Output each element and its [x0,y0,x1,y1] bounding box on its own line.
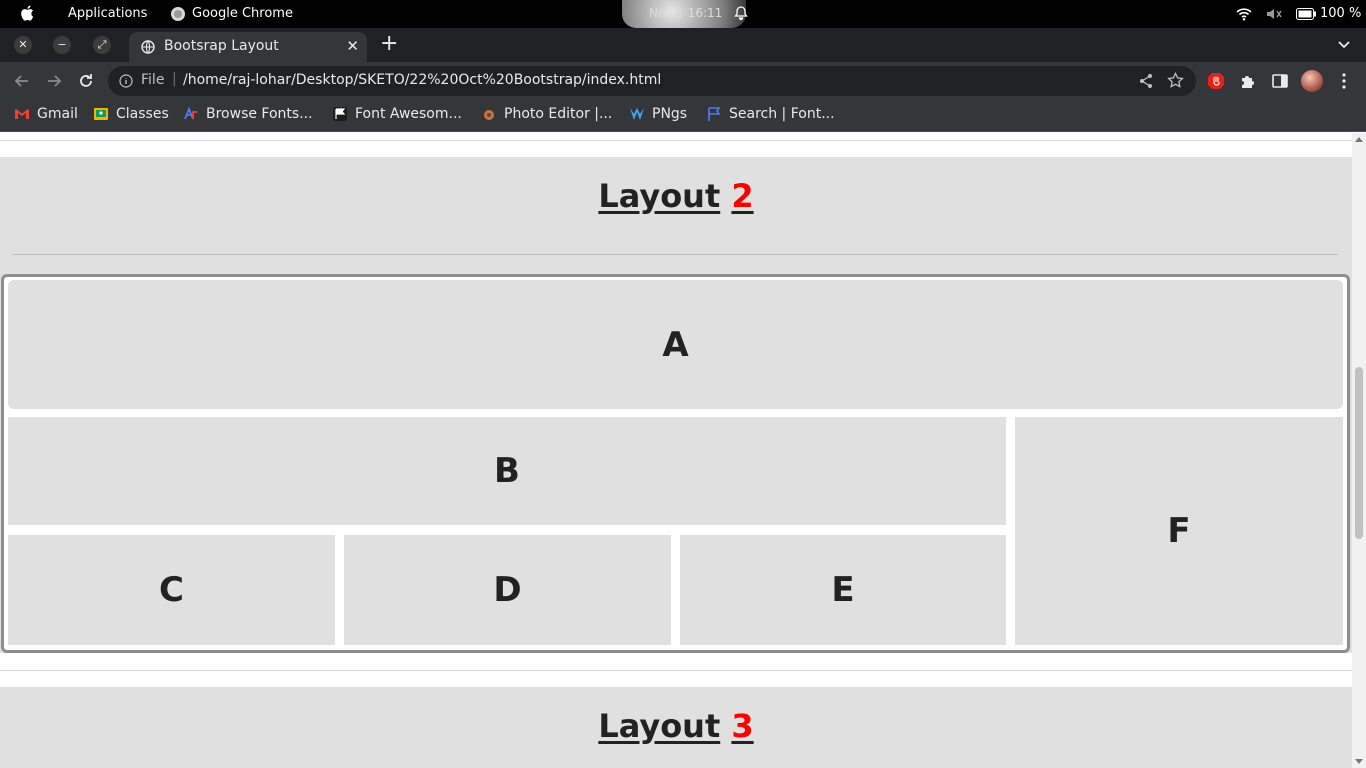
adblock-extension-icon[interactable] [1207,72,1225,90]
share-icon[interactable] [1138,73,1154,89]
divider [0,670,1352,671]
bookmark-label: PNgs [652,106,688,122]
layout-3-section: Layout 3 [0,687,1352,768]
tab-title: Bootsrap Layout [164,38,279,54]
fonts-icon [184,106,197,120]
photo-editor-icon [484,110,494,120]
bookmarks-bar: Gmail Classes Browse Fonts... Font Aweso… [0,100,1366,132]
heading-text: Layout [598,707,721,745]
scroll-up-arrow-icon[interactable] [1355,137,1363,142]
scheme-separator: | [172,71,177,87]
reload-icon[interactable] [77,72,95,90]
chevron-down-icon[interactable] [1336,36,1352,52]
active-app-label[interactable]: Google Chrome [192,6,293,21]
window-close-icon[interactable]: ✕ [14,36,32,54]
tab-strip: ✕ − ⤢ Bootsrap Layout ✕ + [0,28,1366,62]
battery-percentage: 100 % [1320,6,1362,21]
info-icon[interactable] [119,74,133,88]
bookmark-search-font[interactable]: Search | Font... [706,106,835,122]
bell-icon[interactable] [733,5,749,21]
page-viewport: Layout 2 A B C D E F Layout 3 [0,133,1352,768]
heading-number: 2 [731,177,754,215]
bookmark-label: Gmail [37,106,78,122]
applications-menu[interactable]: Applications [68,6,147,21]
bookmark-label: Classes [116,106,169,122]
bookmark-browse-fonts[interactable]: Browse Fonts... [183,106,313,122]
profile-avatar[interactable] [1301,70,1323,92]
grid-cell-e: E [680,535,1006,645]
bookmark-label: Font Awesom... [355,106,462,122]
volume-icon[interactable] [1266,7,1282,21]
flag-icon [333,107,347,121]
url-text[interactable]: /home/raj-lohar/Desktop/SKETO/22%20Oct%2… [183,72,661,88]
address-bar[interactable]: File | /home/raj-lohar/Desktop/SKETO/22%… [108,66,1196,96]
apple-icon[interactable] [19,4,37,22]
forward-arrow-icon[interactable] [45,72,63,90]
kebab-menu-icon[interactable] [1336,72,1352,90]
battery-icon[interactable] [1296,8,1316,20]
tab-close-icon[interactable]: ✕ [346,37,359,55]
bookmark-label: Browse Fonts... [206,106,313,122]
scroll-down-arrow-icon[interactable] [1355,759,1363,764]
window-minimize-icon[interactable]: − [53,36,71,54]
bookmark-label: Photo Editor |... [504,106,613,122]
grid-cell-b: B [8,417,1006,525]
grid-cell-a: A [8,280,1343,409]
side-panel-icon[interactable] [1271,72,1289,90]
pngs-icon [630,108,644,120]
wifi-icon[interactable] [1236,7,1252,21]
bookmark-photo-editor[interactable]: Photo Editor |... [481,106,612,122]
bookmark-classes[interactable]: Classes [93,106,169,122]
chrome-icon [171,7,185,21]
bookmark-label: Search | Font... [729,106,835,122]
heading-text: Layout [598,177,721,215]
clock[interactable]: Nov 1 16:11 [649,6,722,20]
new-tab-button[interactable]: + [380,31,398,56]
layout-2-heading: Layout 2 [0,177,1352,215]
layout-3-heading: Layout 3 [0,707,1352,745]
vertical-scrollbar[interactable] [1352,133,1366,768]
extensions-puzzle-icon[interactable] [1239,72,1257,90]
grid-cell-d: D [344,535,671,645]
bookmark-star-icon[interactable] [1167,72,1184,89]
gmail-icon [15,109,29,119]
flag-outline-icon [708,107,721,121]
layout-grid: A B C D E F [1,274,1350,653]
globe-icon [141,40,155,54]
browser-tab[interactable]: Bootsrap Layout ✕ [129,32,367,62]
back-arrow-icon[interactable] [13,72,31,90]
heading-number: 3 [731,707,754,745]
divider [0,140,1352,141]
grid-cell-f: F [1015,417,1343,645]
bookmark-font-awesome[interactable]: Font Awesom... [332,106,462,122]
os-top-bar: Applications Google Chrome Nov 1 16:11 1… [0,0,1366,28]
bookmark-gmail[interactable]: Gmail [14,106,78,122]
classroom-icon [94,108,108,120]
scrollbar-thumb[interactable] [1355,367,1363,539]
heading-divider [12,254,1338,255]
scheme-label: File [141,72,165,88]
window-maximize-icon[interactable]: ⤢ [93,36,111,54]
browser-toolbar: File | /home/raj-lohar/Desktop/SKETO/22%… [0,62,1366,100]
bookmark-pngs[interactable]: PNgs [629,106,687,122]
grid-cell-c: C [8,535,335,645]
